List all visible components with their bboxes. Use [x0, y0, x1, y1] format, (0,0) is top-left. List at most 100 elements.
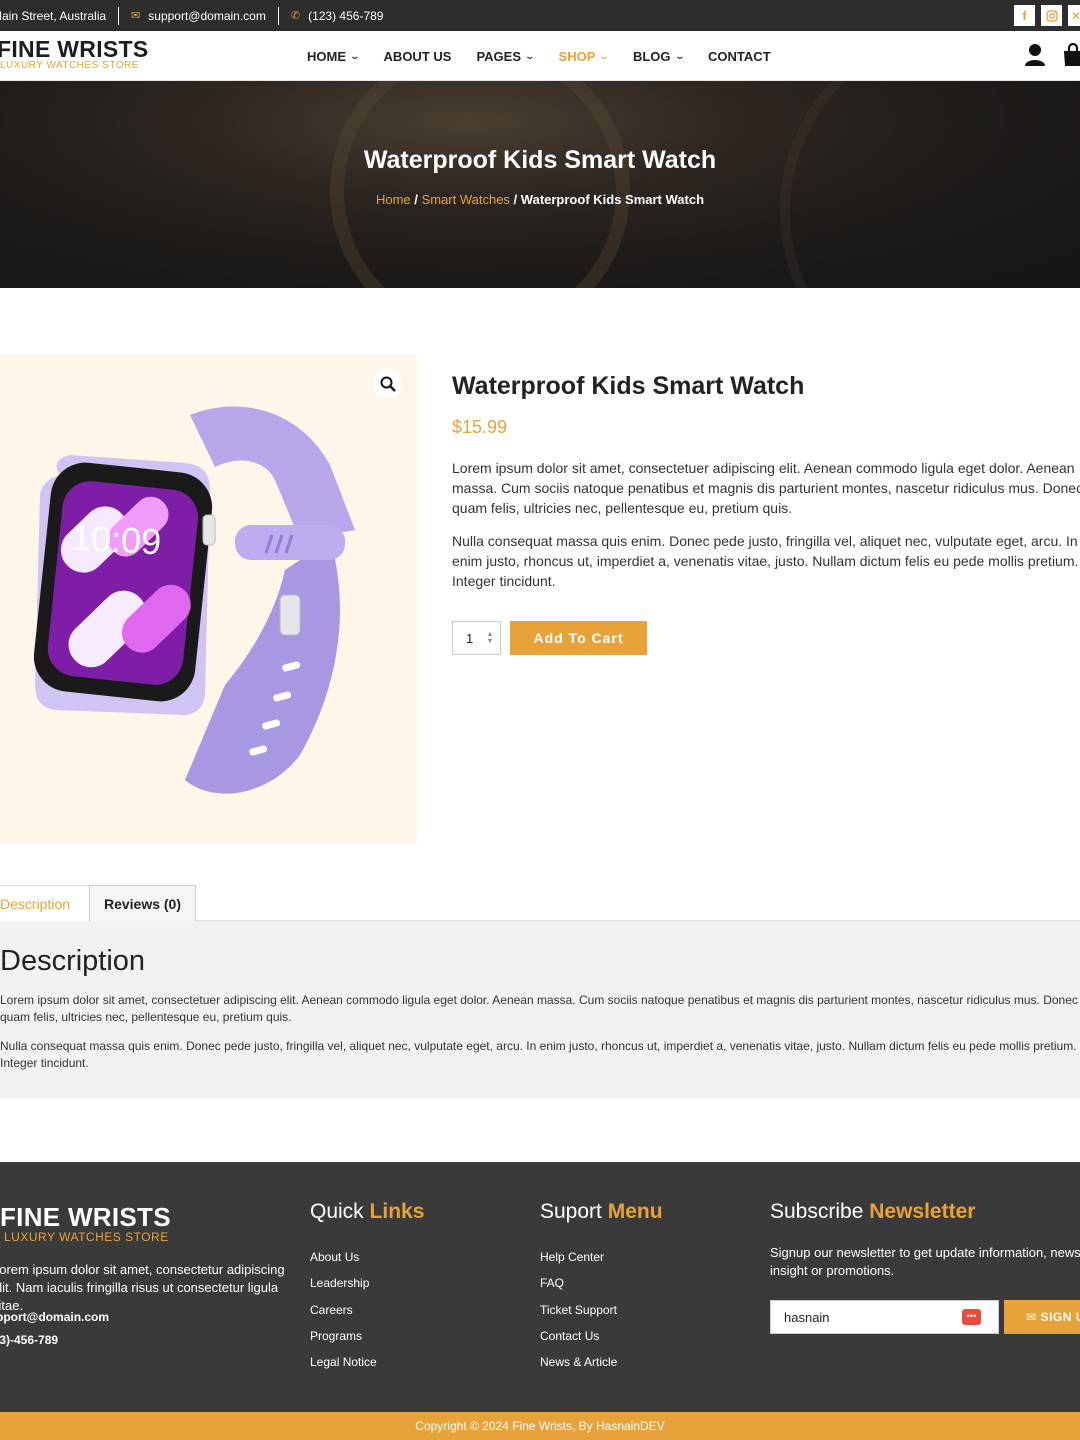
- product-short-description: Lorem ipsum dolor sit amet, consectetuer…: [452, 458, 1080, 604]
- page-hero: Waterproof Kids Smart Watch Home / Smart…: [0, 81, 1080, 288]
- heading-part: Suport: [540, 1200, 602, 1223]
- description-panel: Description Lorem ipsum dolor sit amet, …: [0, 921, 1080, 1099]
- smartwatch-image: 10:09: [33, 406, 355, 794]
- footer-logo[interactable]: FINE WRISTS LUXURY WATCHES STORE: [0, 1204, 171, 1244]
- breadcrumb-home[interactable]: Home: [376, 192, 411, 207]
- x-icon[interactable]: ✕: [1068, 5, 1080, 26]
- footer-contact: support@domain.com (123)-456-789: [0, 1306, 109, 1352]
- email-text[interactable]: support@domain.com: [148, 9, 266, 23]
- product-desc-paragraph: Lorem ipsum dolor sit amet, consectetuer…: [452, 460, 1080, 516]
- tab-reviews[interactable]: Reviews (0): [89, 885, 196, 922]
- product-title: Waterproof Kids Smart Watch: [452, 372, 805, 400]
- divider: [118, 6, 120, 25]
- nav-pages-label: PAGES: [476, 48, 521, 64]
- footer-support-menu: Suport Menu Help Center FAQ Ticket Suppo…: [540, 1200, 663, 1375]
- footer-newsletter: Subscribe Newsletter Signup our newslett…: [770, 1200, 1080, 1400]
- footer-link-ticket-support[interactable]: Ticket Support: [540, 1297, 663, 1323]
- quantity-input[interactable]: 1 ▲ ▼: [452, 621, 501, 655]
- nav-home-label: HOME: [307, 48, 346, 64]
- footer-quick-links: Quick Links About Us Leadership Careers …: [310, 1200, 424, 1375]
- footer-link-programs[interactable]: Programs: [310, 1323, 424, 1349]
- phone-item[interactable]: ✆ (123) 456-789: [291, 9, 384, 23]
- user-icon[interactable]: [1024, 43, 1046, 67]
- footer-link-news-article[interactable]: News & Article: [540, 1349, 663, 1375]
- product-image[interactable]: 10:09: [0, 355, 417, 844]
- description-heading: Description: [0, 945, 146, 977]
- zoom-button[interactable]: [373, 369, 402, 398]
- breadcrumb-separator: /: [513, 192, 518, 207]
- footer-link-about-us[interactable]: About Us: [310, 1244, 424, 1270]
- tab-description-label: Description: [0, 896, 71, 912]
- chevron-down-icon: ⌄: [598, 50, 610, 61]
- footer-link-faq[interactable]: FAQ: [540, 1270, 663, 1296]
- divider: [277, 6, 279, 25]
- footer-link-contact-us[interactable]: Contact Us: [540, 1323, 663, 1349]
- email-item[interactable]: ✉ support@domain.com: [131, 9, 266, 23]
- facebook-icon[interactable]: f: [1014, 5, 1035, 26]
- magnifier-icon: [380, 376, 396, 392]
- tab-description[interactable]: Description: [0, 885, 90, 922]
- logo-name: FINE WRISTS: [0, 36, 149, 62]
- heading-part: Quick: [310, 1200, 364, 1223]
- sign-up-label: SIGN UP: [1040, 1310, 1080, 1324]
- autofill-icon[interactable]: •••: [962, 1309, 981, 1325]
- quick-links-heading: Quick Links: [310, 1200, 424, 1224]
- nav-about-us[interactable]: ABOUT US: [384, 49, 452, 64]
- address-text: Main Street, Australia: [0, 8, 107, 23]
- header-icons: [1024, 43, 1080, 67]
- shopping-bag-icon[interactable]: [1062, 43, 1080, 67]
- footer-email[interactable]: support@domain.com: [0, 1306, 109, 1329]
- add-to-cart-button[interactable]: Add To Cart: [510, 621, 647, 655]
- logo-tagline: LUXURY WATCHES STORE: [0, 60, 139, 71]
- copyright-bar: Copyright © 2024 Fine Wrists, By Hasnain…: [0, 1412, 1080, 1440]
- site-logo[interactable]: FINE WRISTS LUXURY WATCHES STORE: [0, 38, 149, 72]
- product-desc-paragraph: Nulla consequat massa quis enim. Donec p…: [452, 533, 1079, 589]
- newsletter-input-value: hasnain: [784, 1309, 830, 1325]
- envelope-icon: ✉: [131, 10, 141, 22]
- breadcrumb-current: Waterproof Kids Smart Watch: [520, 192, 705, 207]
- nav-shop[interactable]: SHOP ⌄: [559, 49, 610, 64]
- phone-icon: ✆: [290, 10, 301, 22]
- breadcrumb-category[interactable]: Smart Watches: [422, 192, 510, 207]
- chevron-down-icon: ⌄: [349, 50, 361, 61]
- page-title: Waterproof Kids Smart Watch: [363, 146, 717, 174]
- site-footer: FINE WRISTS LUXURY WATCHES STORE Lorem i…: [0, 1162, 1080, 1412]
- nav-contact[interactable]: CONTACT: [708, 49, 771, 64]
- footer-link-leadership[interactable]: Leadership: [310, 1270, 424, 1296]
- social-links: f ✕: [1014, 5, 1080, 26]
- phone-text[interactable]: (123) 456-789: [308, 9, 383, 23]
- nav-contact-label: CONTACT: [708, 48, 771, 64]
- quantity-value: 1: [466, 630, 474, 646]
- quantity-stepper[interactable]: ▲ ▼: [485, 631, 495, 645]
- newsletter-heading: Subscribe Newsletter: [770, 1200, 1080, 1224]
- footer-phone[interactable]: (123)-456-789: [0, 1329, 109, 1352]
- instagram-icon[interactable]: [1041, 5, 1062, 26]
- description-paragraph: Nulla consequat massa quis enim. Donec p…: [0, 1039, 1077, 1070]
- address-item: Main Street, Australia: [0, 9, 106, 23]
- top-bar: Main Street, Australia ✉ support@domain.…: [0, 0, 1080, 31]
- newsletter-form: hasnain ••• ✉SIGN UP: [770, 1300, 1080, 1334]
- nav-pages[interactable]: PAGES ⌄: [476, 48, 535, 64]
- footer-link-help-center[interactable]: Help Center: [540, 1244, 663, 1270]
- chevron-down-icon: ⌄: [673, 50, 685, 61]
- watch-time: 10:09: [70, 517, 162, 563]
- nav-home[interactable]: HOME ⌄: [307, 48, 361, 64]
- product-price: $15.99: [452, 417, 508, 437]
- product-tabs: Description Reviews (0): [0, 885, 1080, 922]
- nav-blog[interactable]: BLOG ⌄: [633, 49, 685, 64]
- hero-watch-background: [330, 81, 630, 288]
- hero-watch-background: [780, 81, 1080, 288]
- heading-part: Subscribe: [770, 1200, 864, 1223]
- heading-accent: Menu: [607, 1200, 663, 1223]
- tab-reviews-label: Reviews (0): [103, 895, 182, 912]
- newsletter-text: Signup our newsletter to get update info…: [770, 1245, 1080, 1278]
- sign-up-button[interactable]: ✉SIGN UP: [1004, 1300, 1080, 1334]
- heading-accent: Newsletter: [869, 1200, 976, 1223]
- breadcrumb: Home / Smart Watches / Waterproof Kids S…: [0, 192, 1080, 207]
- newsletter-email-input[interactable]: hasnain •••: [770, 1300, 999, 1334]
- support-menu-heading: Suport Menu: [540, 1200, 663, 1224]
- footer-link-careers[interactable]: Careers: [310, 1297, 424, 1323]
- breadcrumb-separator: /: [414, 192, 418, 207]
- footer-link-legal-notice[interactable]: Legal Notice: [310, 1349, 424, 1375]
- main-nav: HOME ⌄ ABOUT US PAGES ⌄ SHOP ⌄ BLOG ⌄ CONTAC…: [307, 31, 796, 81]
